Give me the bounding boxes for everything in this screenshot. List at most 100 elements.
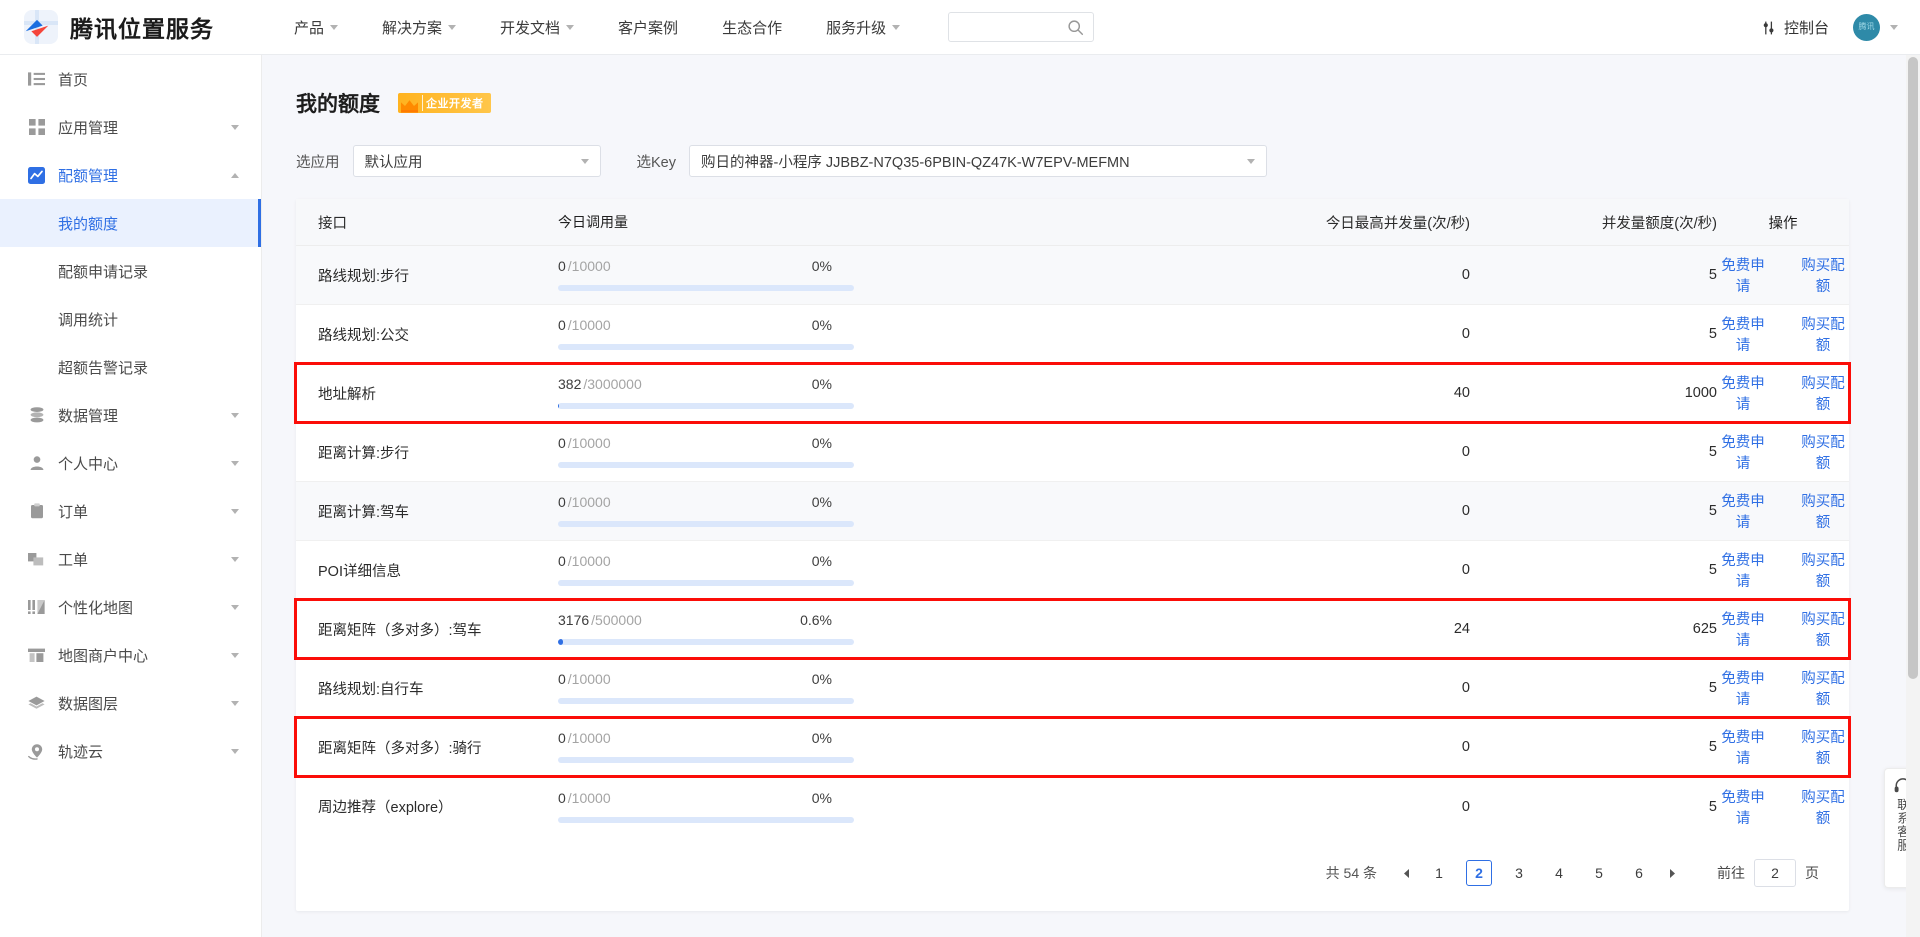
top-right-area: 控制台 腾讯 [1761,0,1898,55]
buy-quota-link[interactable]: 购买配额 [1797,726,1849,768]
sidebar-item-data-management[interactable]: 数据管理 [0,391,261,439]
free-apply-link[interactable]: 免费申请 [1717,490,1769,532]
usage-percent: 0.6% [800,612,832,628]
free-apply-link[interactable]: 免费申请 [1717,667,1769,709]
nav-item-ecosystem[interactable]: 生态合作 [700,17,804,38]
usage-percent: 0% [811,730,832,746]
usage-progress-bar [558,285,854,291]
free-apply-link[interactable]: 免费申请 [1717,608,1769,650]
app-select[interactable]: 默认应用 [352,145,601,177]
free-apply-link[interactable]: 免费申请 [1717,372,1769,414]
sidebar-item-map-merchant-center[interactable]: 地图商户中心 [0,631,261,679]
key-select[interactable]: 购日的神器-小程序 JJBBZ-N7Q35-6PBIN-QZ47K-W7EPV-… [689,145,1267,177]
usage-percent: 0% [811,435,832,451]
cell-concurrency: 24 [1453,621,1470,637]
ticket-icon [27,550,46,569]
usage-progress-bar [558,521,854,527]
search-input[interactable] [948,12,1095,42]
sidebar-item-label: 个性化地图 [58,599,134,617]
pagination-page-1[interactable]: 1 [1426,860,1452,886]
table-row: POI详细信息 0 /10000 0% 0 5 免费申请 购买配额 [296,541,1849,600]
buy-quota-link[interactable]: 购买配额 [1797,372,1849,414]
chevron-down-icon [231,652,239,658]
cell-quota: 5 [1708,326,1717,342]
sidebar-item-call-statistics[interactable]: 调用统计 [0,295,261,343]
table-row: 路线规划:步行 0 /10000 0% 0 5 免费申请 购买配额 [296,246,1849,305]
cell-quota: 625 [1692,621,1717,637]
sidebar-item-custom-map[interactable]: 个性化地图 [0,583,261,631]
free-apply-link[interactable]: 免费申请 [1717,726,1769,768]
cell-concurrency: 0 [1461,562,1470,578]
pagination-prev-button[interactable] [1393,860,1419,886]
free-apply-link[interactable]: 免费申请 [1717,786,1769,828]
user-icon [27,454,46,473]
sidebar-item-label: 配额管理 [58,167,119,185]
sidebar-item-overage-alerts[interactable]: 超额告警记录 [0,343,261,391]
nav-label: 生态合作 [722,19,783,37]
pagination-page-unit: 页 [1805,865,1819,881]
pagination-page-6[interactable]: 6 [1626,860,1652,886]
buy-quota-link[interactable]: 购买配额 [1797,431,1849,473]
pagination-page-2[interactable]: 2 [1466,860,1492,886]
sidebar-item-tickets[interactable]: 工单 [0,535,261,583]
vertical-scrollbar[interactable] [1906,55,1920,937]
pagination-next-button[interactable] [1659,860,1685,886]
buy-quota-link[interactable]: 购买配额 [1797,490,1849,532]
sidebar-item-quota-applications[interactable]: 配额申请记录 [0,247,261,295]
sidebar-item-orders[interactable]: 订单 [0,487,261,535]
badge-label: 企业开发者 [422,95,484,111]
avatar[interactable]: 腾讯 [1853,14,1880,41]
usage-total: /10000 [567,789,611,806]
usage-used: 0 [558,730,566,746]
buy-quota-link[interactable]: 购买配额 [1797,254,1849,296]
sidebar-item-track-cloud[interactable]: 轨迹云 [0,727,261,775]
cell-interface-name: 距离矩阵（多对多）:驾车 [318,622,482,639]
nav-item-docs[interactable]: 开发文档 [478,17,596,38]
nav-item-solutions[interactable]: 解决方案 [360,17,478,38]
nav-label: 产品 [294,19,325,37]
buy-quota-link[interactable]: 购买配额 [1797,549,1849,591]
usage-total: /10000 [567,494,611,510]
pagination-page-4[interactable]: 4 [1546,860,1572,886]
pagination-jump-label: 前往 [1717,865,1745,881]
sidebar-item-my-quota[interactable]: 我的额度 [0,199,261,247]
brand-logo-area[interactable]: 腾讯位置服务 [24,10,214,44]
nav-item-service-upgrade[interactable]: 服务升级 [804,17,922,38]
nav-item-products[interactable]: 产品 [272,17,360,38]
free-apply-link[interactable]: 免费申请 [1717,431,1769,473]
cell-actions: 免费申请 购买配额 [1717,667,1849,709]
sidebar-item-quota-management[interactable]: 配额管理 [0,151,261,199]
console-label: 控制台 [1783,20,1829,37]
sidebar-item-label: 首页 [58,71,89,89]
buy-quota-link[interactable]: 购买配额 [1797,667,1849,709]
nav-item-cases[interactable]: 客户案例 [596,17,700,38]
status-badge: 企业开发者 [398,93,491,113]
cell-actions: 免费申请 购买配额 [1717,786,1849,828]
usage-percent: 0% [811,258,832,274]
sidebar-item-home[interactable]: 首页 [0,55,261,103]
cell-actions: 免费申请 购买配额 [1717,313,1849,355]
column-header-quota: 并发量额度(次/秒) [1601,215,1717,232]
usage-progress-bar [558,403,854,409]
sidebar-item-data-layers[interactable]: 数据图层 [0,679,261,727]
buy-quota-link[interactable]: 购买配额 [1797,313,1849,355]
pagination-page-3[interactable]: 3 [1506,860,1532,886]
free-apply-link[interactable]: 免费申请 [1717,254,1769,296]
sidebar-item-app-management[interactable]: 应用管理 [0,103,261,151]
pagination-page-5[interactable]: 5 [1586,860,1612,886]
console-button[interactable]: 控制台 [1761,17,1829,38]
cell-concurrency: 0 [1461,680,1470,696]
chevron-down-icon [231,700,239,706]
page-header: 我的额度 企业开发者 [262,55,1920,118]
buy-quota-link[interactable]: 购买配额 [1797,608,1849,650]
buy-quota-link[interactable]: 购买配额 [1797,786,1849,828]
cell-interface-name: 路线规划:自行车 [318,681,424,698]
pagination-jump-input[interactable] [1754,859,1796,887]
scrollbar-thumb[interactable] [1908,57,1918,679]
free-apply-link[interactable]: 免费申请 [1717,313,1769,355]
usage-total: /10000 [567,258,611,274]
chevron-down-icon[interactable] [1890,25,1898,30]
free-apply-link[interactable]: 免费申请 [1717,549,1769,591]
usage-total: /10000 [567,730,611,746]
sidebar-item-personal-center[interactable]: 个人中心 [0,439,261,487]
